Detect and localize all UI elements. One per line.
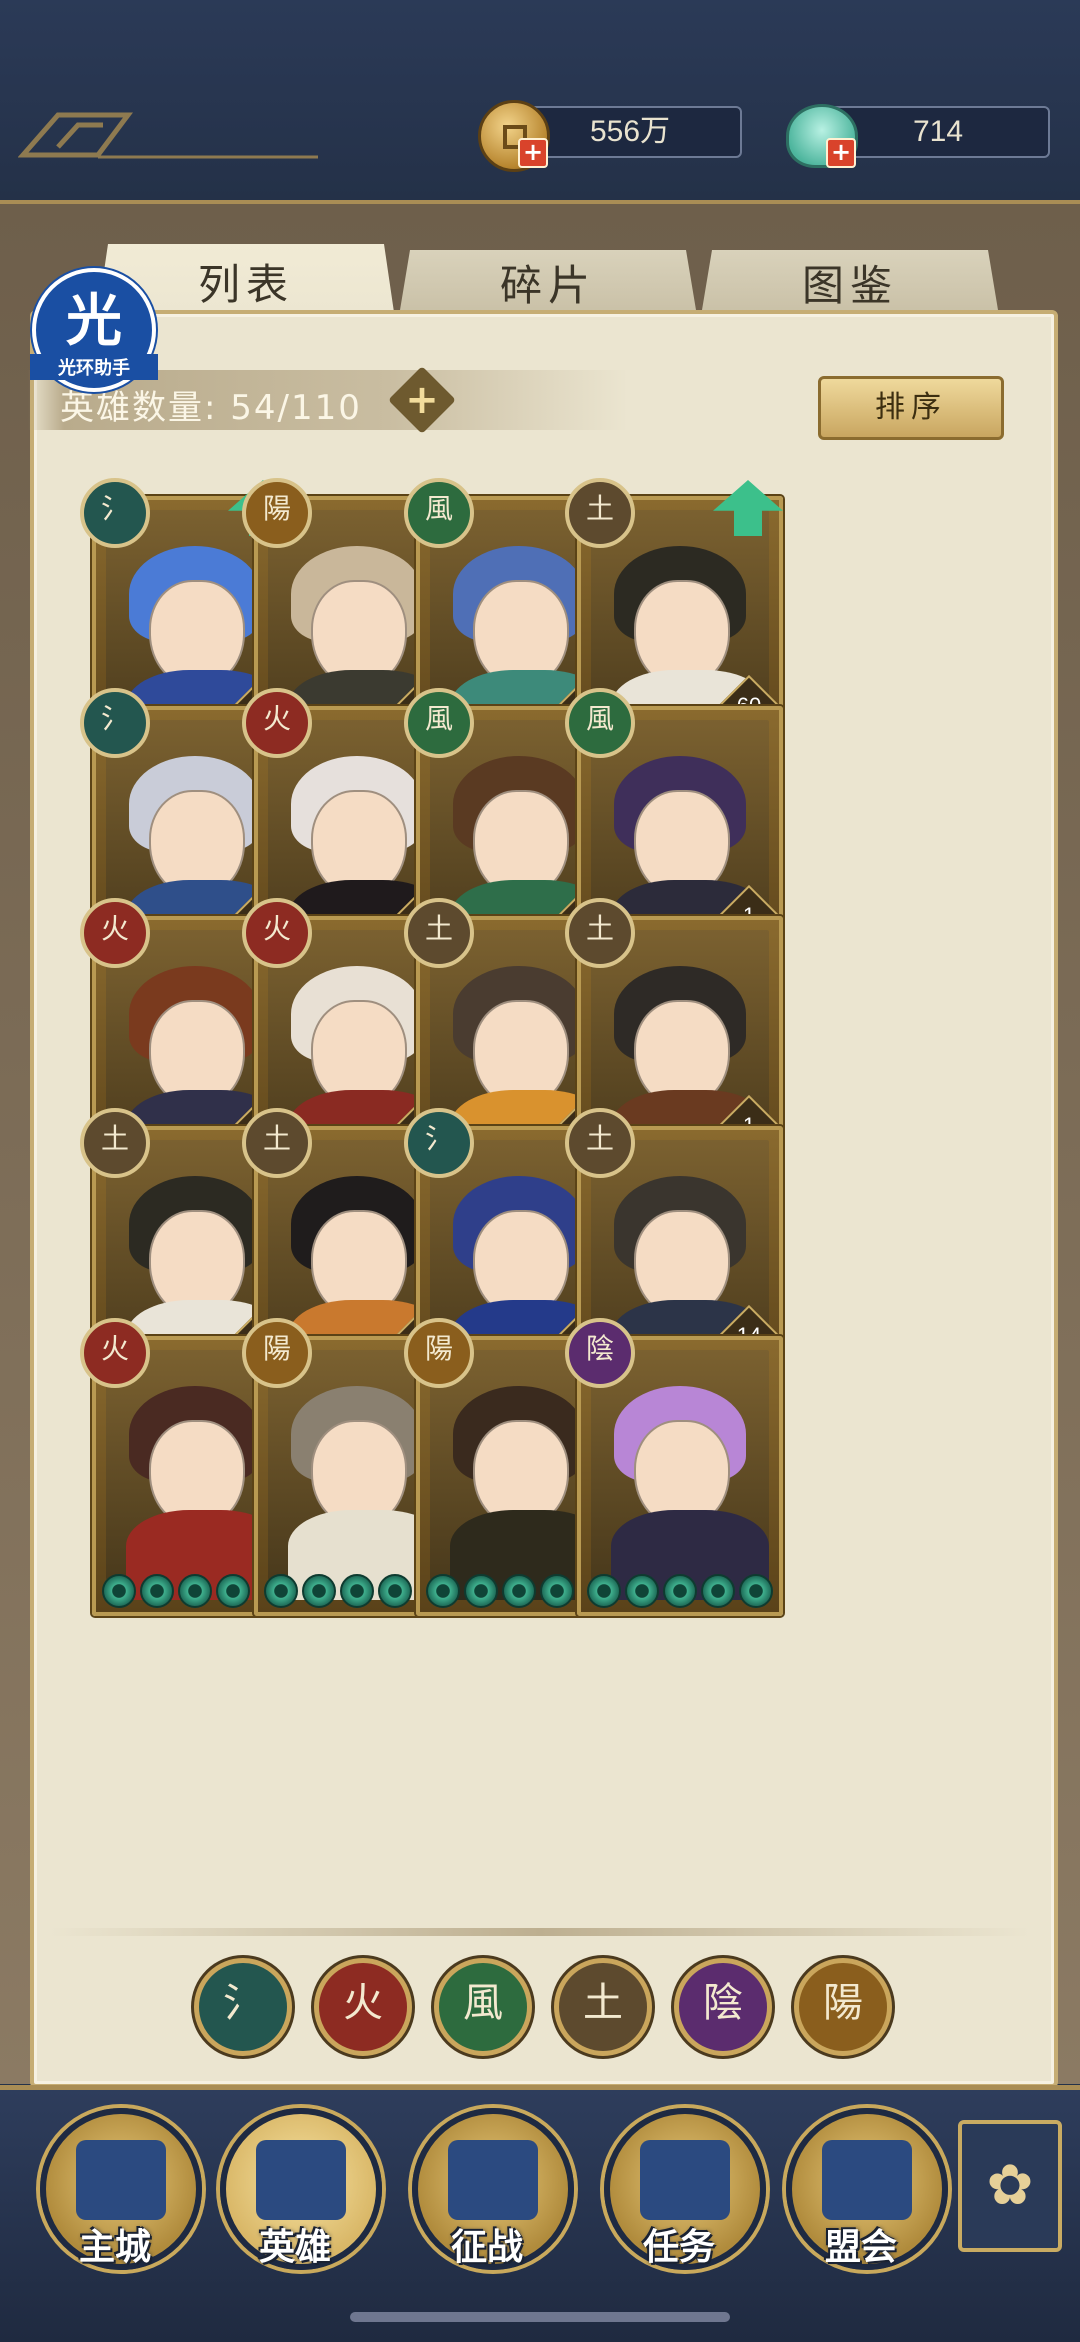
coin-amount: 556万 [518,106,742,158]
star-icon [426,1574,460,1608]
more-menu-button[interactable]: ✿ [958,2120,1062,2252]
element-yang-icon: 陽 [242,1318,312,1388]
cloud-pattern-icon [18,112,318,159]
element-water-icon: 氵 [80,688,150,758]
star-icon [502,1574,536,1608]
watermark-logo: 光 光环助手 [30,268,158,392]
sort-button[interactable]: 排序 [818,376,1004,440]
city-gate-icon [76,2140,166,2220]
nav-label: 任务 [642,2227,715,2268]
nav-label: 英雄 [258,2227,331,2268]
guild-hall-icon [822,2140,912,2220]
plus-icon: + [405,377,439,423]
star-icon [378,1574,412,1608]
star-icon [102,1574,136,1608]
battle-horn-icon [448,2140,538,2220]
nav-label: 盟会 [824,2227,897,2268]
hero-portrait [591,1350,769,1600]
element-earth-icon: 土 [80,1108,150,1178]
element-fire-icon: 火 [242,688,312,758]
star-icon [739,1574,773,1608]
filter-yang-button[interactable]: 陽 [794,1958,892,2056]
star-icon [587,1574,621,1608]
element-fire-icon: 火 [80,1318,150,1388]
element-wind-icon: 風 [404,478,474,548]
flower-menu-icon: ✿ [986,2153,1034,2218]
add-hero-slot-button[interactable]: + [388,366,456,434]
star-icon [625,1574,659,1608]
element-water-icon: 氵 [404,1108,474,1178]
hero-grid: 62氵61陽60風60土60氵50火1風1風1火1火1土1土1土1土1氵14土火… [40,470,1040,1925]
nav-label: 主城 [78,2227,151,2268]
filter-earth-button[interactable]: 土 [554,1958,652,2056]
divider [50,1928,1030,1936]
nav-label: 征战 [450,2227,523,2268]
element-fire-icon: 火 [80,898,150,968]
star-icon [340,1574,374,1608]
star-icon [140,1574,174,1608]
add-jade-button[interactable]: + [826,138,856,168]
filter-water-button[interactable]: 氵 [194,1958,292,2056]
filter-yin-button[interactable]: 陰 [674,1958,772,2056]
jade-currency[interactable]: + 714 [786,100,1056,168]
star-icon [264,1574,298,1608]
coin-currency[interactable]: + 556万 [478,100,748,172]
star-icon [701,1574,735,1608]
star-icon [540,1574,574,1608]
task-flag-icon [640,2140,730,2220]
filter-fire-button[interactable]: 火 [314,1958,412,2056]
hero-portrait-icon [256,2140,346,2220]
home-indicator [350,2312,730,2322]
element-earth-icon: 土 [565,898,635,968]
top-bar: + 556万 + 714 [0,0,1080,204]
filter-wind-button[interactable]: 風 [434,1958,532,2056]
add-coins-button[interactable]: + [518,138,548,168]
element-earth-icon: 土 [565,1108,635,1178]
jade-amount: 714 [826,106,1050,158]
element-water-icon: 氵 [80,478,150,548]
element-earth-icon: 土 [242,1108,312,1178]
element-earth-icon: 土 [565,478,635,548]
star-rank [587,1574,773,1608]
star-icon [464,1574,498,1608]
star-icon [663,1574,697,1608]
star-icon [216,1574,250,1608]
element-yin-icon: 陰 [565,1318,635,1388]
star-icon [302,1574,336,1608]
element-yang-icon: 陽 [242,478,312,548]
element-earth-icon: 土 [404,898,474,968]
element-yang-icon: 陽 [404,1318,474,1388]
star-icon [178,1574,212,1608]
element-wind-icon: 風 [565,688,635,758]
element-wind-icon: 風 [404,688,474,758]
element-fire-icon: 火 [242,898,312,968]
